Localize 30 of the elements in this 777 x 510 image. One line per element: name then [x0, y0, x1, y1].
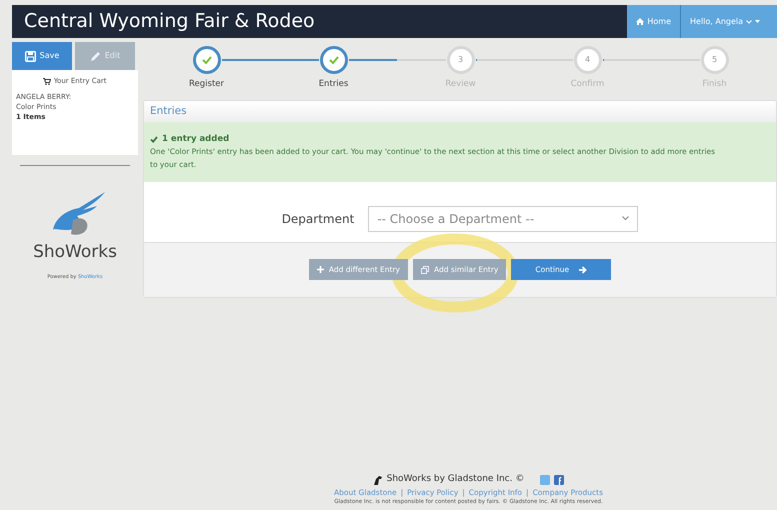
- site-title: Central Wyoming Fair & Rodeo: [24, 10, 315, 33]
- step-number: 4: [584, 54, 590, 66]
- home-icon: [636, 18, 644, 25]
- plus-icon: [316, 266, 324, 274]
- check-icon: [150, 136, 158, 143]
- chevron-icon: [622, 216, 630, 222]
- panel-title: Entries: [144, 101, 776, 122]
- department-label: Department: [282, 210, 354, 228]
- home-button[interactable]: Home: [627, 5, 680, 38]
- logo-text: ShoWorks: [32, 241, 118, 264]
- brand-text: ShoWorks by Gladstone Inc. ©: [386, 473, 524, 486]
- user-menu[interactable]: Hello, Angela: [680, 5, 777, 38]
- step-number: 3: [458, 54, 464, 66]
- check-icon: [202, 56, 212, 64]
- cart-icon: [43, 78, 52, 85]
- step-number: 5: [712, 54, 718, 66]
- arrow-right-icon: [579, 266, 588, 274]
- chevron-icon: [746, 20, 752, 24]
- alert-heading: 1 entry added: [162, 133, 230, 146]
- select-placeholder: -- Choose a Department --: [377, 210, 534, 228]
- caret-icon: [755, 20, 760, 23]
- facebook-icon: [554, 474, 564, 485]
- step-label: Entries: [318, 78, 350, 91]
- step-label: Register: [188, 78, 225, 91]
- check-icon: [328, 56, 338, 64]
- floppy-icon: [24, 50, 36, 62]
- copy-icon: [420, 266, 429, 274]
- save-button[interactable]: Save: [12, 42, 72, 70]
- pencil-icon: [90, 50, 101, 62]
- department-select[interactable]: -- Choose a Department --: [368, 206, 638, 232]
